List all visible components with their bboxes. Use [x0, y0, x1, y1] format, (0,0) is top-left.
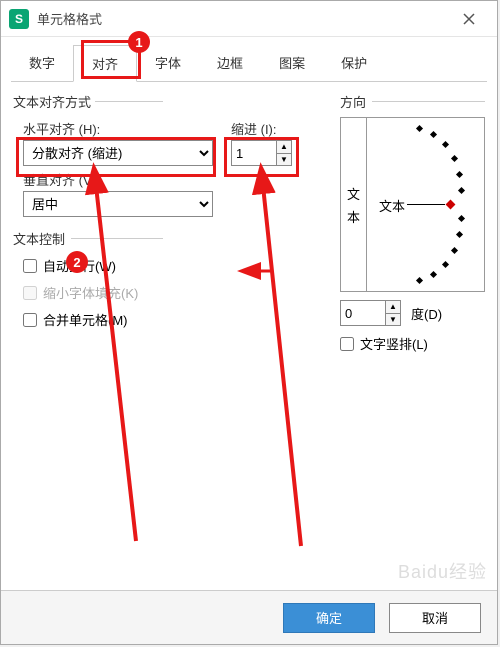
horizontal-align-label: 水平对齐 (H): [23, 119, 213, 138]
button-bar: 确定 取消 [1, 590, 497, 644]
indent-down[interactable]: ▼ [277, 154, 291, 166]
degree-label: 度(D) [411, 304, 442, 323]
vertical-layout-checkbox[interactable] [340, 337, 354, 351]
orientation-dial[interactable]: 文本 [367, 118, 484, 291]
degree-spinner[interactable]: ▲ ▼ [340, 300, 401, 326]
dial-line [407, 204, 445, 205]
tab-number[interactable]: 数字 [11, 45, 73, 81]
titlebar: S 单元格格式 [1, 1, 497, 37]
direction-section: 方向 文 本 文本 [340, 92, 485, 353]
cell-format-dialog: S 单元格格式 数字 对齐 字体 边框 图案 保护 文本对齐方式 水平对齐 (H… [0, 0, 498, 645]
dialog-title: 单元格格式 [37, 9, 449, 28]
vertical-layout-row[interactable]: 文字竖排(L) [340, 334, 485, 353]
text-control-label: 文本控制 [13, 229, 323, 248]
tab-protection[interactable]: 保护 [323, 45, 385, 81]
dial-text: 文本 [379, 196, 405, 215]
vertical-align-label: 垂直对齐 (V): [23, 170, 323, 189]
shrink-checkbox-row: 缩小字体填充(K) [23, 283, 323, 302]
shrink-checkbox [23, 286, 37, 300]
indent-input[interactable] [232, 141, 276, 165]
degree-up[interactable]: ▲ [386, 301, 400, 314]
text-align-section: 文本对齐方式 水平对齐 (H): 缩进 (I): 分散对齐 (缩进) ▲ [13, 92, 323, 217]
tab-alignment[interactable]: 对齐 [73, 45, 137, 82]
vertical-align-select[interactable]: 居中 [23, 191, 213, 217]
wrap-checkbox-row[interactable]: 自动换行(W) [23, 256, 323, 275]
shrink-label: 缩小字体填充(K) [43, 283, 138, 302]
text-align-label: 文本对齐方式 [13, 92, 323, 111]
indent-up[interactable]: ▲ [277, 141, 291, 154]
horizontal-align-select[interactable]: 分散对齐 (缩进) [23, 140, 213, 166]
app-icon: S [9, 9, 29, 29]
wrap-checkbox[interactable] [23, 259, 37, 273]
vertical-text-strip[interactable]: 文 本 [341, 118, 367, 291]
text-control-section: 文本控制 自动换行(W) 缩小字体填充(K) 合并单元格(M) [13, 229, 323, 329]
orientation-box[interactable]: 文 本 文本 [340, 117, 485, 292]
ok-button[interactable]: 确定 [283, 603, 375, 633]
tab-font[interactable]: 字体 [137, 45, 199, 81]
merge-checkbox[interactable] [23, 313, 37, 327]
content-area: 文本对齐方式 水平对齐 (H): 缩进 (I): 分散对齐 (缩进) ▲ [1, 82, 497, 592]
watermark: Baidu经验 [398, 558, 487, 584]
dial-marker [446, 200, 456, 210]
merge-label: 合并单元格(M) [43, 310, 128, 329]
degree-input[interactable] [341, 301, 385, 325]
tabs: 数字 对齐 字体 边框 图案 保护 [11, 45, 487, 82]
indent-label: 缩进 (I): [231, 119, 277, 138]
direction-label: 方向 [340, 92, 485, 111]
vertical-layout-label: 文字竖排(L) [360, 334, 428, 353]
merge-checkbox-row[interactable]: 合并单元格(M) [23, 310, 323, 329]
close-button[interactable] [449, 4, 489, 34]
tab-border[interactable]: 边框 [199, 45, 261, 81]
indent-spinner[interactable]: ▲ ▼ [231, 140, 292, 166]
wrap-label: 自动换行(W) [43, 256, 116, 275]
degree-down[interactable]: ▼ [386, 314, 400, 326]
cancel-button[interactable]: 取消 [389, 603, 481, 633]
tab-pattern[interactable]: 图案 [261, 45, 323, 81]
